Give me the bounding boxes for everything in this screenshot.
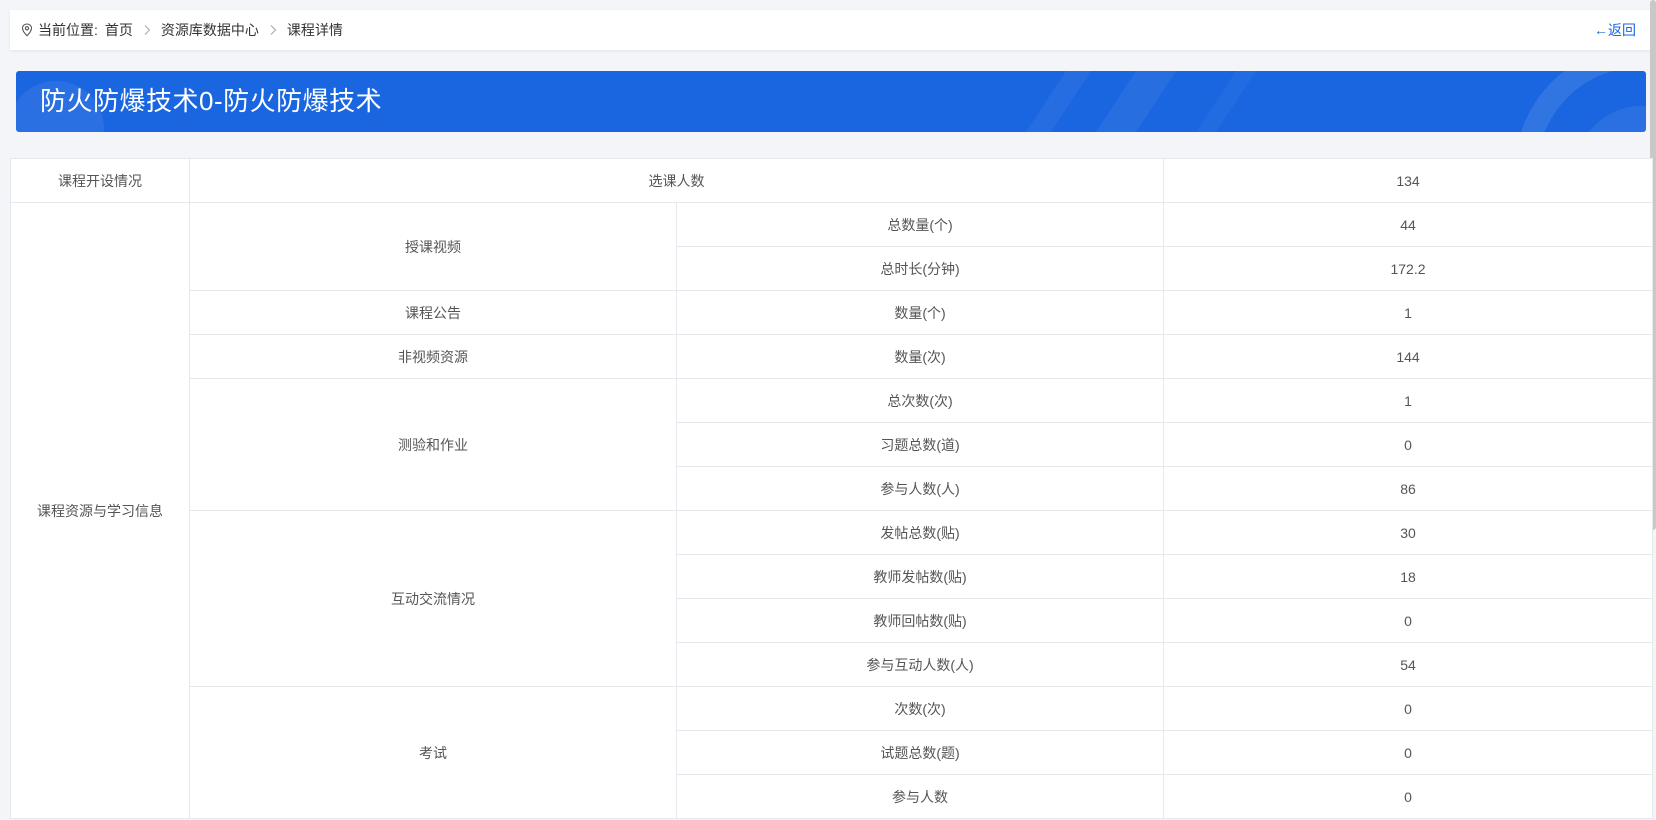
metric-value: 54 xyxy=(1163,642,1653,687)
section-label: 课程开设情况 xyxy=(10,158,190,203)
table-row: 非视频资源 数量(次) 144 xyxy=(11,334,1653,379)
group-label: 课程公告 xyxy=(189,290,677,335)
table-row: 课程资源与学习信息 授课视频 总数量(个) 44 xyxy=(10,202,1653,819)
table-row: 课程公告 数量(个) 1 xyxy=(11,290,1653,335)
metric-value: 0 xyxy=(1163,686,1653,731)
metric-label: 习题总数(道) xyxy=(676,422,1164,467)
metric-value: 1 xyxy=(1163,290,1653,335)
breadcrumb-colon: : xyxy=(94,22,98,38)
metric-label: 总数量(个) xyxy=(676,202,1164,247)
breadcrumb-item-home[interactable]: 首页 xyxy=(105,20,133,40)
metric-label: 选课人数 xyxy=(189,158,1164,203)
metric-value: 134 xyxy=(1163,158,1653,203)
course-stats-table: 课程开设情况 选课人数 134 课程资源与学习信息 授课视频 总数量(个) 44… xyxy=(10,158,1653,819)
chevron-right-icon xyxy=(269,24,277,36)
breadcrumb-prefix: 当前位置 xyxy=(38,22,94,38)
group-label: 授课视频 xyxy=(189,202,677,291)
chevron-right-icon xyxy=(143,24,151,36)
back-link[interactable]: ←返回 xyxy=(1594,10,1636,50)
group-label: 互动交流情况 xyxy=(189,510,677,687)
table-row: 互动交流情况 发帖总数(贴) 30 xyxy=(11,510,1653,687)
breadcrumb-item-data-center[interactable]: 资源库数据中心 xyxy=(161,20,259,40)
metric-label: 教师回帖数(贴) xyxy=(676,598,1164,643)
metric-label: 参与人数(人) xyxy=(676,466,1164,511)
metric-value: 0 xyxy=(1163,730,1653,775)
metric-label: 次数(次) xyxy=(676,686,1164,731)
metric-value: 1 xyxy=(1163,378,1653,423)
table-row: 测验和作业 总次数(次) 1 xyxy=(11,378,1653,511)
course-banner: 防火防爆技术0-防火防爆技术 xyxy=(16,71,1646,132)
breadcrumb-item-course-detail: 课程详情 xyxy=(286,22,343,38)
metric-label: 参与互动人数(人) xyxy=(676,642,1164,687)
metric-value: 0 xyxy=(1163,598,1653,643)
metric-label: 数量(次) xyxy=(676,334,1164,379)
table-row: 课程开设情况 选课人数 134 xyxy=(10,158,1653,203)
metric-value: 44 xyxy=(1163,202,1653,247)
metric-value: 144 xyxy=(1163,334,1653,379)
table-row: 考试 次数(次) 0 xyxy=(11,686,1653,819)
group-label: 非视频资源 xyxy=(189,334,677,379)
metric-label: 数量(个) xyxy=(676,290,1164,335)
metric-label: 发帖总数(贴) xyxy=(676,510,1164,555)
metric-value: 172.2 xyxy=(1163,246,1653,291)
metric-value: 30 xyxy=(1163,510,1653,555)
location-pin-icon xyxy=(21,23,33,37)
group-label: 测验和作业 xyxy=(189,378,677,511)
metric-label: 教师发帖数(贴) xyxy=(676,554,1164,599)
metric-label: 试题总数(题) xyxy=(676,730,1164,775)
breadcrumb: 当前位置: 首页 资源库数据中心 课程详情 ←返回 xyxy=(10,10,1650,50)
metric-label: 总次数(次) xyxy=(676,378,1164,423)
metric-value: 86 xyxy=(1163,466,1653,511)
metric-value: 0 xyxy=(1163,774,1653,819)
course-title: 防火防爆技术0-防火防爆技术 xyxy=(40,86,383,116)
metric-label: 总时长(分钟) xyxy=(676,246,1164,291)
metric-value: 0 xyxy=(1163,422,1653,467)
group-label: 考试 xyxy=(189,686,677,819)
metric-value: 18 xyxy=(1163,554,1653,599)
section-label: 课程资源与学习信息 xyxy=(10,202,190,819)
metric-label: 参与人数 xyxy=(676,774,1164,819)
